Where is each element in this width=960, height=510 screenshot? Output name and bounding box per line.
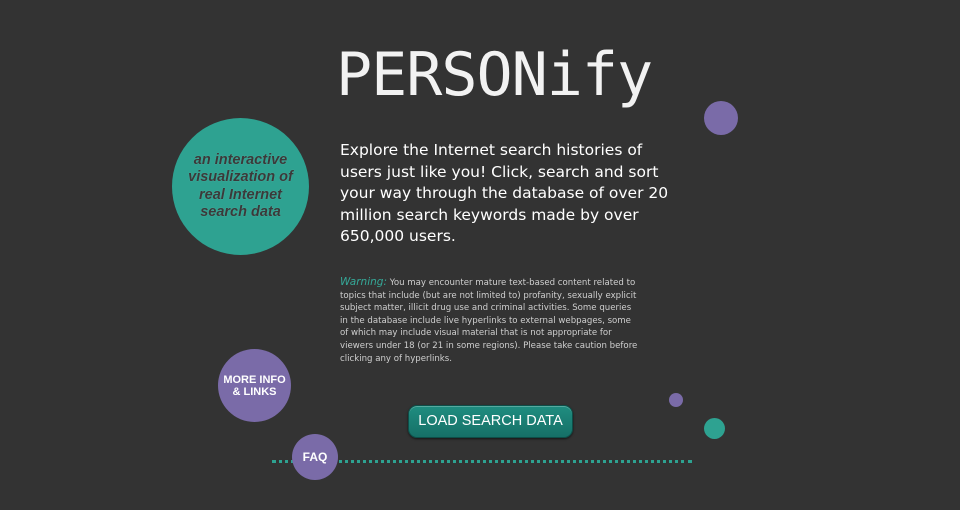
- warning-notice: Warning: You may encounter mature text-b…: [340, 276, 640, 365]
- faq-button[interactable]: FAQ: [292, 434, 338, 480]
- page-title: PERSONify: [336, 40, 653, 110]
- tagline-text: an interactive visualization of real Int…: [188, 151, 293, 221]
- decorative-circle-small-teal: [704, 418, 725, 439]
- faq-label: FAQ: [302, 450, 328, 464]
- tagline-circle: an interactive visualization of real Int…: [172, 118, 309, 255]
- more-info-label: MORE INFO & LINKS: [223, 373, 286, 398]
- more-info-button[interactable]: MORE INFO & LINKS: [218, 349, 291, 422]
- decorative-circle-small-purple: [669, 393, 683, 407]
- decorative-circle-top-right: [704, 101, 738, 135]
- intro-text: Explore the Internet search histories of…: [340, 141, 669, 245]
- load-search-data-button[interactable]: LOAD SEARCH DATA: [408, 405, 573, 438]
- warning-text: You may encounter mature text-based cont…: [340, 278, 638, 364]
- warning-label: Warning:: [340, 276, 387, 288]
